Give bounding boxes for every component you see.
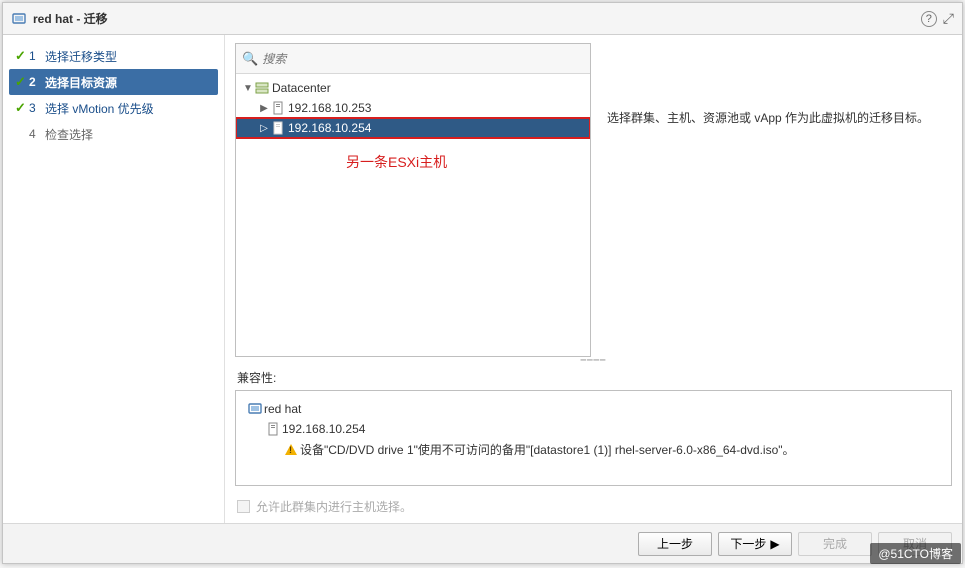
search-input[interactable] [262, 52, 584, 66]
next-button[interactable]: 下一步 ▶ [718, 532, 792, 556]
allow-host-selection-row: 允许此群集内进行主机选择。 [237, 498, 952, 515]
step-label: 检查选择 [45, 126, 93, 143]
dialog-body: ✓ 1 选择迁移类型 ✓ 2 选择目标资源 ✓ 3 选择 vMotion 优先级… [3, 35, 962, 523]
inventory-tree: ▼ Datacenter ▶ 192.168.10.253 [236, 74, 590, 356]
step-label: 选择 vMotion 优先级 [45, 100, 154, 117]
check-icon: ✓ [15, 74, 29, 90]
finish-button: 完成 [798, 532, 872, 556]
annotation-text: 另一条ESXi主机 [346, 152, 590, 172]
compat-warning-text: 设备"CD/DVD drive 1"使用不可访问的备用"[datastore1 … [300, 441, 795, 458]
step-label: 选择迁移类型 [45, 48, 117, 65]
tree-node-datacenter[interactable]: ▼ Datacenter [236, 78, 590, 98]
tree-node-label: 192.168.10.254 [288, 121, 371, 135]
description-text: 选择群集、主机、资源池或 vApp 作为此虚拟机的迁移目标。 [607, 43, 929, 357]
host-icon [270, 121, 286, 135]
tree-node-label: Datacenter [272, 81, 331, 95]
compat-host-name: 192.168.10.254 [282, 422, 365, 436]
dialog-title: red hat - 迁移 [33, 10, 108, 27]
migrate-dialog: red hat - 迁移 ? ⤢ ✓ 1 选择迁移类型 ✓ 2 选择目标资源 ✓… [2, 2, 963, 564]
wizard-step-review[interactable]: ✓ 4 检查选择 [3, 121, 224, 147]
help-icon[interactable]: ? [921, 11, 937, 27]
warning-icon [282, 444, 300, 455]
allow-host-selection-checkbox [237, 500, 250, 513]
step-number: 4 [29, 127, 45, 141]
step-number: 2 [29, 75, 45, 89]
compat-vm-row: red hat [246, 399, 941, 419]
check-icon: ✓ [15, 48, 29, 64]
vm-icon [11, 11, 27, 27]
check-icon: ✓ [15, 100, 29, 116]
tree-node-host-254[interactable]: ▷ 192.168.10.254 [236, 118, 590, 138]
datacenter-icon [254, 81, 270, 95]
dialog-footer: 上一步 下一步 ▶ 完成 取消 [3, 523, 962, 563]
twisty-down-icon[interactable]: ▼ [242, 83, 254, 94]
step-label: 选择目标资源 [45, 74, 117, 91]
step-number: 3 [29, 101, 45, 115]
tree-node-host-253[interactable]: ▶ 192.168.10.253 [236, 98, 590, 118]
expand-icon[interactable]: ⤢ [943, 10, 954, 27]
back-button[interactable]: 上一步 [638, 532, 712, 556]
wizard-step-select-resource[interactable]: ✓ 2 选择目标资源 [9, 69, 218, 95]
wizard-main: 🔍 ▼ Datacenter ▶ [225, 35, 962, 523]
search-bar: 🔍 [236, 44, 590, 74]
wizard-step-migration-type[interactable]: ✓ 1 选择迁移类型 [3, 43, 224, 69]
splitter-handle[interactable]: ━━━━ [235, 357, 952, 363]
next-button-label: 下一步 [730, 535, 766, 552]
compat-vm-name: red hat [264, 402, 301, 416]
compatibility-section: 兼容性: red hat 192.168.10.254 [235, 365, 952, 486]
tree-node-label: 192.168.10.253 [288, 101, 371, 115]
check-icon: ✓ [15, 126, 29, 142]
compat-warning-row: 设备"CD/DVD drive 1"使用不可访问的备用"[datastore1 … [246, 439, 941, 459]
compatibility-label: 兼容性: [237, 369, 952, 386]
chevron-right-icon: ▶ [770, 537, 779, 551]
titlebar: red hat - 迁移 ? ⤢ [3, 3, 962, 35]
search-icon: 🔍 [242, 51, 258, 67]
vm-icon [246, 401, 264, 417]
resource-row: 🔍 ▼ Datacenter ▶ [235, 43, 952, 357]
wizard-sidebar: ✓ 1 选择迁移类型 ✓ 2 选择目标资源 ✓ 3 选择 vMotion 优先级… [3, 35, 225, 523]
compatibility-box: red hat 192.168.10.254 设备"CD/DVD drive 1… [235, 390, 952, 486]
watermark: @51CTO博客 [870, 543, 961, 564]
host-icon [264, 422, 282, 436]
twisty-right-icon[interactable]: ▷ [258, 123, 270, 134]
twisty-right-icon[interactable]: ▶ [258, 103, 270, 114]
compat-host-row: 192.168.10.254 [246, 419, 941, 439]
host-icon [270, 101, 286, 115]
step-number: 1 [29, 49, 45, 63]
allow-host-selection-label: 允许此群集内进行主机选择。 [256, 498, 412, 515]
resource-tree-panel: 🔍 ▼ Datacenter ▶ [235, 43, 591, 357]
wizard-step-vmotion-priority[interactable]: ✓ 3 选择 vMotion 优先级 [3, 95, 224, 121]
